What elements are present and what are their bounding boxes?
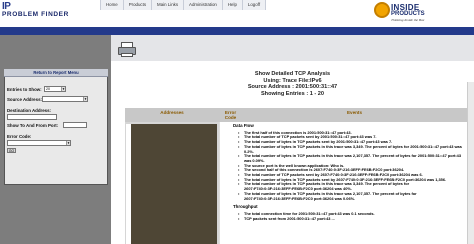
report-title-block: Show Detailed TCP Analysis Using: Trace … (111, 71, 474, 97)
event-item: The total number of bytes in TCP packets… (233, 191, 465, 201)
column-header-addresses: Addresses (160, 110, 184, 115)
app-title: PROBLEM FINDER (2, 11, 69, 18)
port-input[interactable] (63, 122, 87, 128)
column-header-error-code: Error Code (224, 110, 237, 120)
section-data-flow: Data Flow (233, 124, 254, 128)
addresses-cell (125, 122, 219, 244)
events-cell: Data Flow The first half of this connect… (233, 124, 465, 244)
nav-home[interactable]: Home (101, 0, 124, 10)
nav-main-links[interactable]: Main Links (152, 0, 185, 10)
report-trace-file: Using: Trace File:IPv6 (263, 77, 322, 84)
brand-tagline: Thinking Inside the Box (391, 18, 425, 22)
addresses-graphic (131, 124, 217, 244)
source-address-select[interactable]: ▼ (42, 96, 88, 102)
inside-products-logo: INSIDE PRODUCTS Thinking Inside the Box (374, 2, 440, 24)
entries-label: Entries to Show: (7, 87, 42, 92)
nav-logoff[interactable]: Logoff (242, 0, 267, 10)
nav-help[interactable]: Help (222, 0, 243, 10)
destination-address-input[interactable] (7, 114, 57, 120)
chevron-down-icon: ▼ (61, 87, 65, 91)
nav-products[interactable]: Products (123, 0, 153, 10)
port-label: Show To And From Port: (7, 123, 59, 128)
header-accent-bar (0, 27, 474, 35)
filter-panel: Return to Report Menu Entries to Show: 2… (0, 35, 111, 244)
nav-administration[interactable]: Administration (184, 0, 223, 10)
page-header: IP PROBLEM FINDER Home Products Main Lin… (0, 0, 474, 27)
report-main: Show Detailed TCP Analysis Using: Trace … (111, 35, 474, 244)
error-code-cell (219, 122, 231, 244)
section-throughput: Throughput (233, 204, 258, 210)
vertical-scrollbar[interactable] (467, 82, 474, 244)
brand-circle-icon (374, 2, 390, 18)
column-header-events: Events (346, 110, 363, 115)
toolbar (111, 35, 474, 61)
entries-select[interactable]: 20 ▼ (44, 86, 66, 92)
event-item: TCP packets sent from 2001:500:31::47 po… (233, 216, 465, 222)
entries-select-value: 20 (46, 87, 50, 91)
error-code-select[interactable]: ▼ (7, 140, 71, 146)
report-title: Show Detailed TCP Analysis (254, 71, 331, 77)
chevron-down-icon: ▼ (66, 141, 70, 145)
table-header: Addresses Error Code Events (125, 108, 467, 122)
report-source-address: Source Address : 2001:500:31::47 (247, 84, 338, 91)
printer-tray (121, 53, 133, 57)
chevron-down-icon: ▼ (83, 97, 87, 101)
top-nav: Home Products Main Links Administration … (100, 0, 267, 10)
return-to-report-menu-link[interactable]: Return to Report Menu (4, 69, 108, 77)
brand-line2: PRODUCTS (391, 11, 425, 17)
report-entries: Showing Entries : 1 - 20 (260, 90, 325, 97)
printer-icon[interactable] (117, 41, 137, 58)
destination-address-label: Destination Address: (7, 108, 51, 113)
source-address-label: Source Address: (7, 97, 42, 102)
error-code-label: Error Code: (7, 134, 32, 139)
go-button[interactable]: GO (7, 148, 16, 153)
